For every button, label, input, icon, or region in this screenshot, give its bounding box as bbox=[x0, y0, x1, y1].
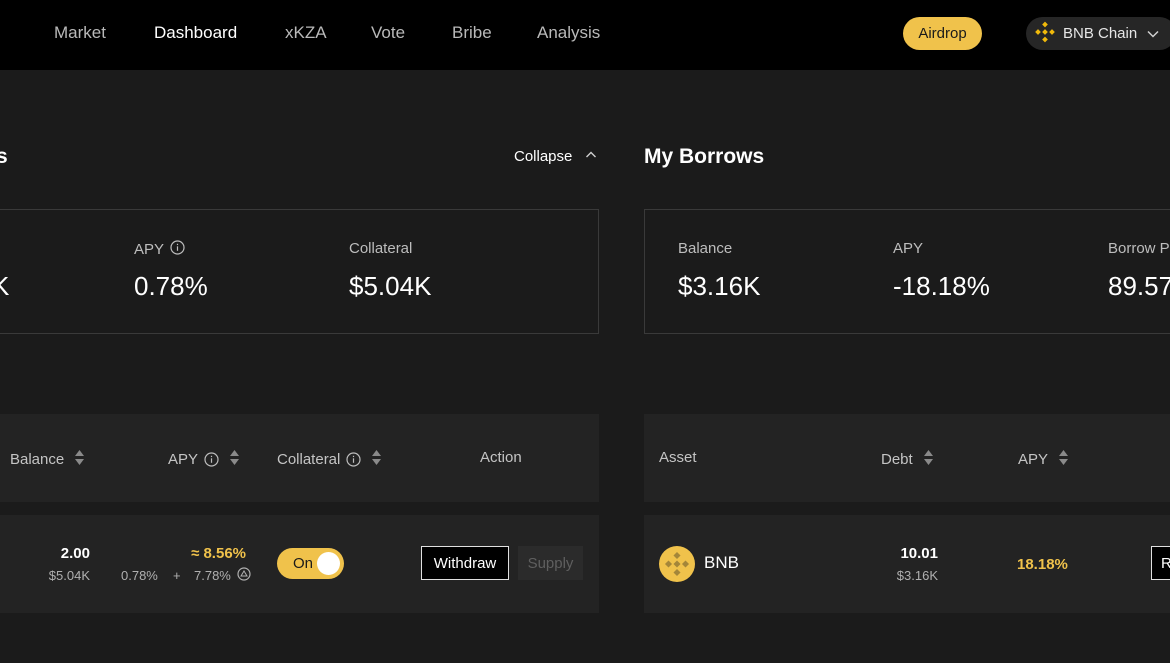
row-apy-reward: 7.78% bbox=[194, 568, 231, 583]
chevron-up-icon[interactable] bbox=[585, 147, 597, 165]
row-debt-usd: $3.16K bbox=[896, 568, 938, 583]
top-nav-bar: Market Dashboard xKZA Vote Bribe Analysi… bbox=[0, 0, 1170, 70]
bnb-token-icon bbox=[659, 546, 695, 582]
nav-dashboard[interactable]: Dashboard bbox=[154, 22, 237, 44]
column-apy[interactable]: APY bbox=[168, 449, 240, 470]
supplies-collateral-label: Collateral bbox=[349, 240, 413, 257]
info-icon[interactable] bbox=[204, 452, 219, 467]
collateral-toggle[interactable]: On bbox=[277, 548, 344, 579]
nav-market[interactable]: Market bbox=[54, 22, 106, 44]
nav-bribe[interactable]: Bribe bbox=[452, 22, 492, 44]
asset-name: BNB bbox=[704, 553, 739, 572]
column-borrow-apy-label: APY bbox=[1018, 451, 1049, 468]
row-balance-usd: $5.04K bbox=[48, 568, 90, 583]
sort-icon[interactable] bbox=[229, 449, 240, 470]
repay-button[interactable]: R bbox=[1151, 546, 1170, 580]
row-apy-plus: + bbox=[173, 568, 181, 583]
column-action: Action bbox=[480, 449, 522, 466]
sort-icon[interactable] bbox=[371, 449, 382, 470]
reward-token-icon bbox=[237, 567, 251, 586]
row-apy-base: 0.78% bbox=[121, 568, 158, 583]
sort-icon[interactable] bbox=[923, 449, 934, 470]
column-apy-label: APY bbox=[168, 451, 199, 468]
withdraw-button[interactable]: Withdraw bbox=[421, 546, 509, 580]
borrows-balance-label: Balance bbox=[678, 240, 733, 257]
column-debt[interactable]: Debt bbox=[881, 449, 934, 470]
row-debt: 10.01 bbox=[900, 545, 938, 562]
apy-label-text: APY bbox=[134, 241, 165, 258]
supplies-apy-value: 0.78% bbox=[134, 271, 208, 301]
supplies-apy-label: APY bbox=[134, 240, 185, 259]
column-balance[interactable]: Balance bbox=[10, 449, 85, 470]
collapse-button[interactable]: Collapse bbox=[514, 148, 572, 165]
supplies-summary-box bbox=[0, 209, 599, 334]
bnb-chain-icon bbox=[1034, 21, 1056, 47]
borrows-apy-value: -18.18% bbox=[893, 271, 990, 301]
chain-selector[interactable]: BNB Chain bbox=[1026, 17, 1170, 50]
toggle-knob bbox=[317, 552, 340, 575]
nav-analysis[interactable]: Analysis bbox=[537, 22, 600, 44]
row-apy-total: ≈ 8.56% bbox=[191, 545, 246, 562]
column-asset: Asset bbox=[659, 449, 697, 466]
row-balance: 2.00 bbox=[60, 545, 90, 562]
my-borrows-title: My Borrows bbox=[644, 145, 765, 168]
sort-icon[interactable] bbox=[1058, 449, 1069, 470]
nav-xkza[interactable]: xKZA bbox=[285, 22, 327, 44]
borrows-apy-label: APY bbox=[893, 240, 924, 257]
chevron-down-icon bbox=[1147, 25, 1159, 42]
supply-button[interactable]: Supply bbox=[518, 546, 583, 580]
supplies-balance-value: K bbox=[0, 271, 10, 301]
column-borrow-apy[interactable]: APY bbox=[1018, 449, 1069, 470]
sort-icon[interactable] bbox=[74, 449, 85, 470]
supplies-collateral-value: $5.04K bbox=[349, 271, 432, 301]
airdrop-button[interactable]: Airdrop bbox=[903, 17, 982, 50]
column-collateral[interactable]: Collateral bbox=[277, 449, 382, 470]
my-supplies-title: s bbox=[0, 145, 8, 168]
borrows-balance-value: $3.16K bbox=[678, 271, 761, 301]
column-collateral-label: Collateral bbox=[277, 451, 341, 468]
column-debt-label: Debt bbox=[881, 451, 913, 468]
chain-label: BNB Chain bbox=[1063, 25, 1138, 42]
info-icon[interactable] bbox=[170, 240, 185, 259]
column-balance-label: Balance bbox=[10, 451, 65, 468]
borrow-power-value: 89.57 bbox=[1108, 271, 1170, 301]
row-borrow-apy: 18.18% bbox=[1017, 556, 1068, 573]
borrow-power-label: Borrow P bbox=[1108, 240, 1170, 257]
nav-vote[interactable]: Vote bbox=[371, 22, 405, 44]
toggle-label: On bbox=[293, 555, 314, 572]
info-icon[interactable] bbox=[346, 452, 361, 467]
